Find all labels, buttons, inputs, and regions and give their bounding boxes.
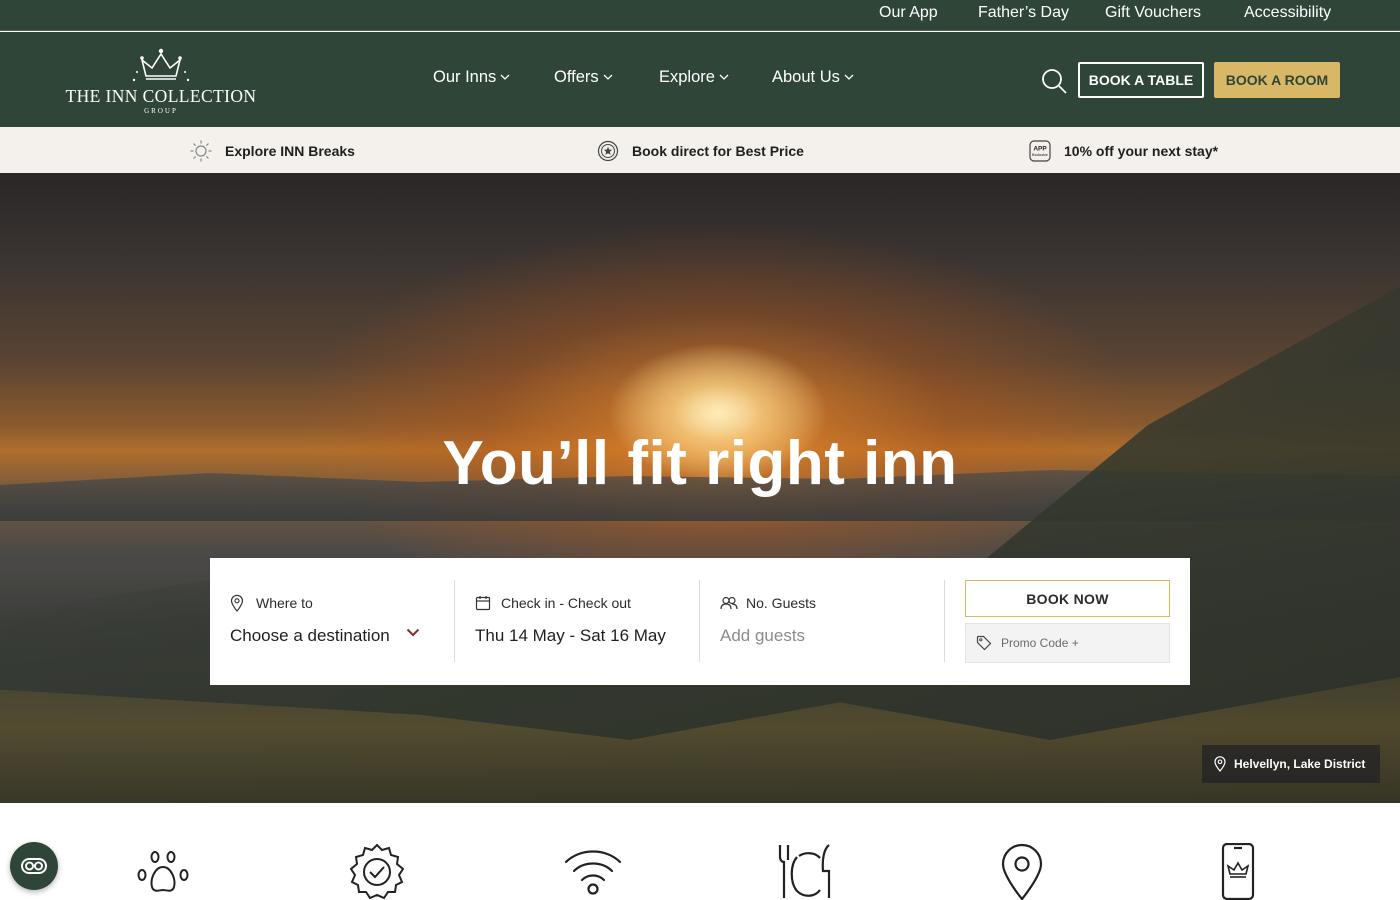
dates-value: Thu 14 May - Sat 16 May bbox=[475, 626, 666, 645]
field-label: Where to bbox=[256, 595, 313, 611]
chevron-down-icon bbox=[719, 74, 729, 80]
benefit-best-price[interactable]: Book direct for Best Price bbox=[597, 140, 804, 162]
location-pin-icon bbox=[230, 594, 248, 612]
chevron-down-icon bbox=[603, 74, 613, 80]
logo[interactable]: THE INN COLLECTION GROUP bbox=[58, 46, 268, 118]
promo-label: Promo Code + bbox=[1001, 636, 1079, 650]
logo-sub: GROUP bbox=[144, 107, 178, 115]
crown-icon bbox=[132, 48, 190, 82]
chevron-down-icon bbox=[500, 74, 510, 80]
accessibility-toggle-icon bbox=[21, 858, 47, 874]
gift-vouchers-link[interactable]: Gift Vouchers bbox=[1105, 4, 1201, 22]
guests-placeholder: Add guests bbox=[720, 626, 806, 645]
benefit-label: 10% off your next stay* bbox=[1064, 143, 1219, 159]
benefits-strip: Explore INN Breaks Book direct for Best … bbox=[0, 127, 1400, 173]
guests-field[interactable]: No. Guests Add guests bbox=[720, 580, 930, 662]
nav-label: Our Inns bbox=[433, 68, 497, 86]
app-icon-text: APP bbox=[1033, 146, 1047, 153]
star-badge-icon bbox=[597, 140, 619, 162]
wifi-icon bbox=[563, 843, 623, 900]
calendar-icon bbox=[475, 594, 493, 612]
benefit-explore-breaks[interactable]: Explore INN Breaks bbox=[190, 140, 355, 162]
location-label: Helvellyn, Lake District bbox=[1234, 757, 1366, 771]
nav-label: Explore bbox=[659, 68, 715, 86]
field-label: No. Guests bbox=[746, 595, 817, 611]
nav-explore[interactable]: Explore bbox=[659, 68, 729, 87]
guests-icon bbox=[720, 594, 738, 612]
location-caption: Helvellyn, Lake District bbox=[1202, 745, 1380, 783]
benefit-app-discount[interactable]: APP Exclusive 10% off your next stay* bbox=[1029, 140, 1218, 162]
guests-label: No. Guests bbox=[720, 594, 816, 612]
location-pin-icon bbox=[992, 843, 1052, 900]
field-divider bbox=[944, 580, 945, 662]
promo-code-button[interactable]: Promo Code + bbox=[965, 623, 1170, 663]
hero-title: You’ll fit right inn bbox=[442, 429, 958, 498]
location-pin-icon bbox=[1214, 756, 1226, 772]
nav-label: Offers bbox=[554, 68, 599, 86]
accessibility-widget-button[interactable] bbox=[10, 842, 58, 890]
destination-label: Where to bbox=[230, 594, 313, 612]
sun-icon bbox=[190, 140, 212, 162]
book-room-button[interactable]: BOOK A ROOM bbox=[1214, 62, 1340, 98]
field-divider bbox=[454, 580, 455, 662]
book-table-button[interactable]: BOOK A TABLE bbox=[1078, 62, 1204, 98]
hero-banner: You’ll fit right inn Helvellyn, Lake Dis… bbox=[0, 173, 1400, 803]
verified-badge-icon bbox=[347, 843, 407, 900]
nav-our-inns[interactable]: Our Inns bbox=[433, 68, 510, 87]
tag-icon bbox=[976, 635, 992, 651]
accessibility-link[interactable]: Accessibility bbox=[1244, 4, 1331, 22]
dining-icon bbox=[777, 843, 837, 900]
booking-widget: Where to Choose a destination Check in -… bbox=[210, 558, 1190, 685]
nav-offers[interactable]: Offers bbox=[554, 68, 613, 87]
book-now-button[interactable]: BOOK NOW bbox=[965, 580, 1170, 617]
nav-label: About Us bbox=[772, 68, 840, 86]
main-header: THE INN COLLECTION GROUP Our Inns Offers… bbox=[0, 32, 1400, 127]
field-divider bbox=[699, 580, 700, 662]
nav-about-us[interactable]: About Us bbox=[772, 68, 854, 87]
dates-label: Check in - Check out bbox=[475, 594, 631, 612]
logo-name: THE INN COLLECTION bbox=[65, 86, 257, 106]
chevron-down-icon bbox=[844, 74, 854, 80]
mobile-app-icon bbox=[1208, 843, 1268, 900]
our-app-link[interactable]: Our App bbox=[879, 4, 938, 22]
field-label: Check in - Check out bbox=[501, 595, 631, 611]
benefit-label: Explore INN Breaks bbox=[225, 143, 355, 159]
paw-icon bbox=[133, 843, 193, 900]
app-icon-subtext: Exclusive bbox=[1032, 153, 1048, 157]
search-icon[interactable] bbox=[1040, 67, 1068, 95]
app-icon: APP Exclusive bbox=[1029, 140, 1051, 162]
chevron-down-icon[interactable] bbox=[406, 628, 420, 637]
destination-field[interactable]: Where to Choose a destination bbox=[230, 580, 440, 662]
dates-field[interactable]: Check in - Check out Thu 14 May - Sat 16… bbox=[475, 580, 695, 662]
benefit-label: Book direct for Best Price bbox=[632, 143, 804, 159]
features-row bbox=[0, 803, 1400, 900]
utility-bar: Our App Father’s Day Gift Vouchers Acces… bbox=[0, 0, 1400, 31]
destination-value: Choose a destination bbox=[230, 626, 390, 645]
fathers-day-link[interactable]: Father’s Day bbox=[978, 4, 1069, 22]
